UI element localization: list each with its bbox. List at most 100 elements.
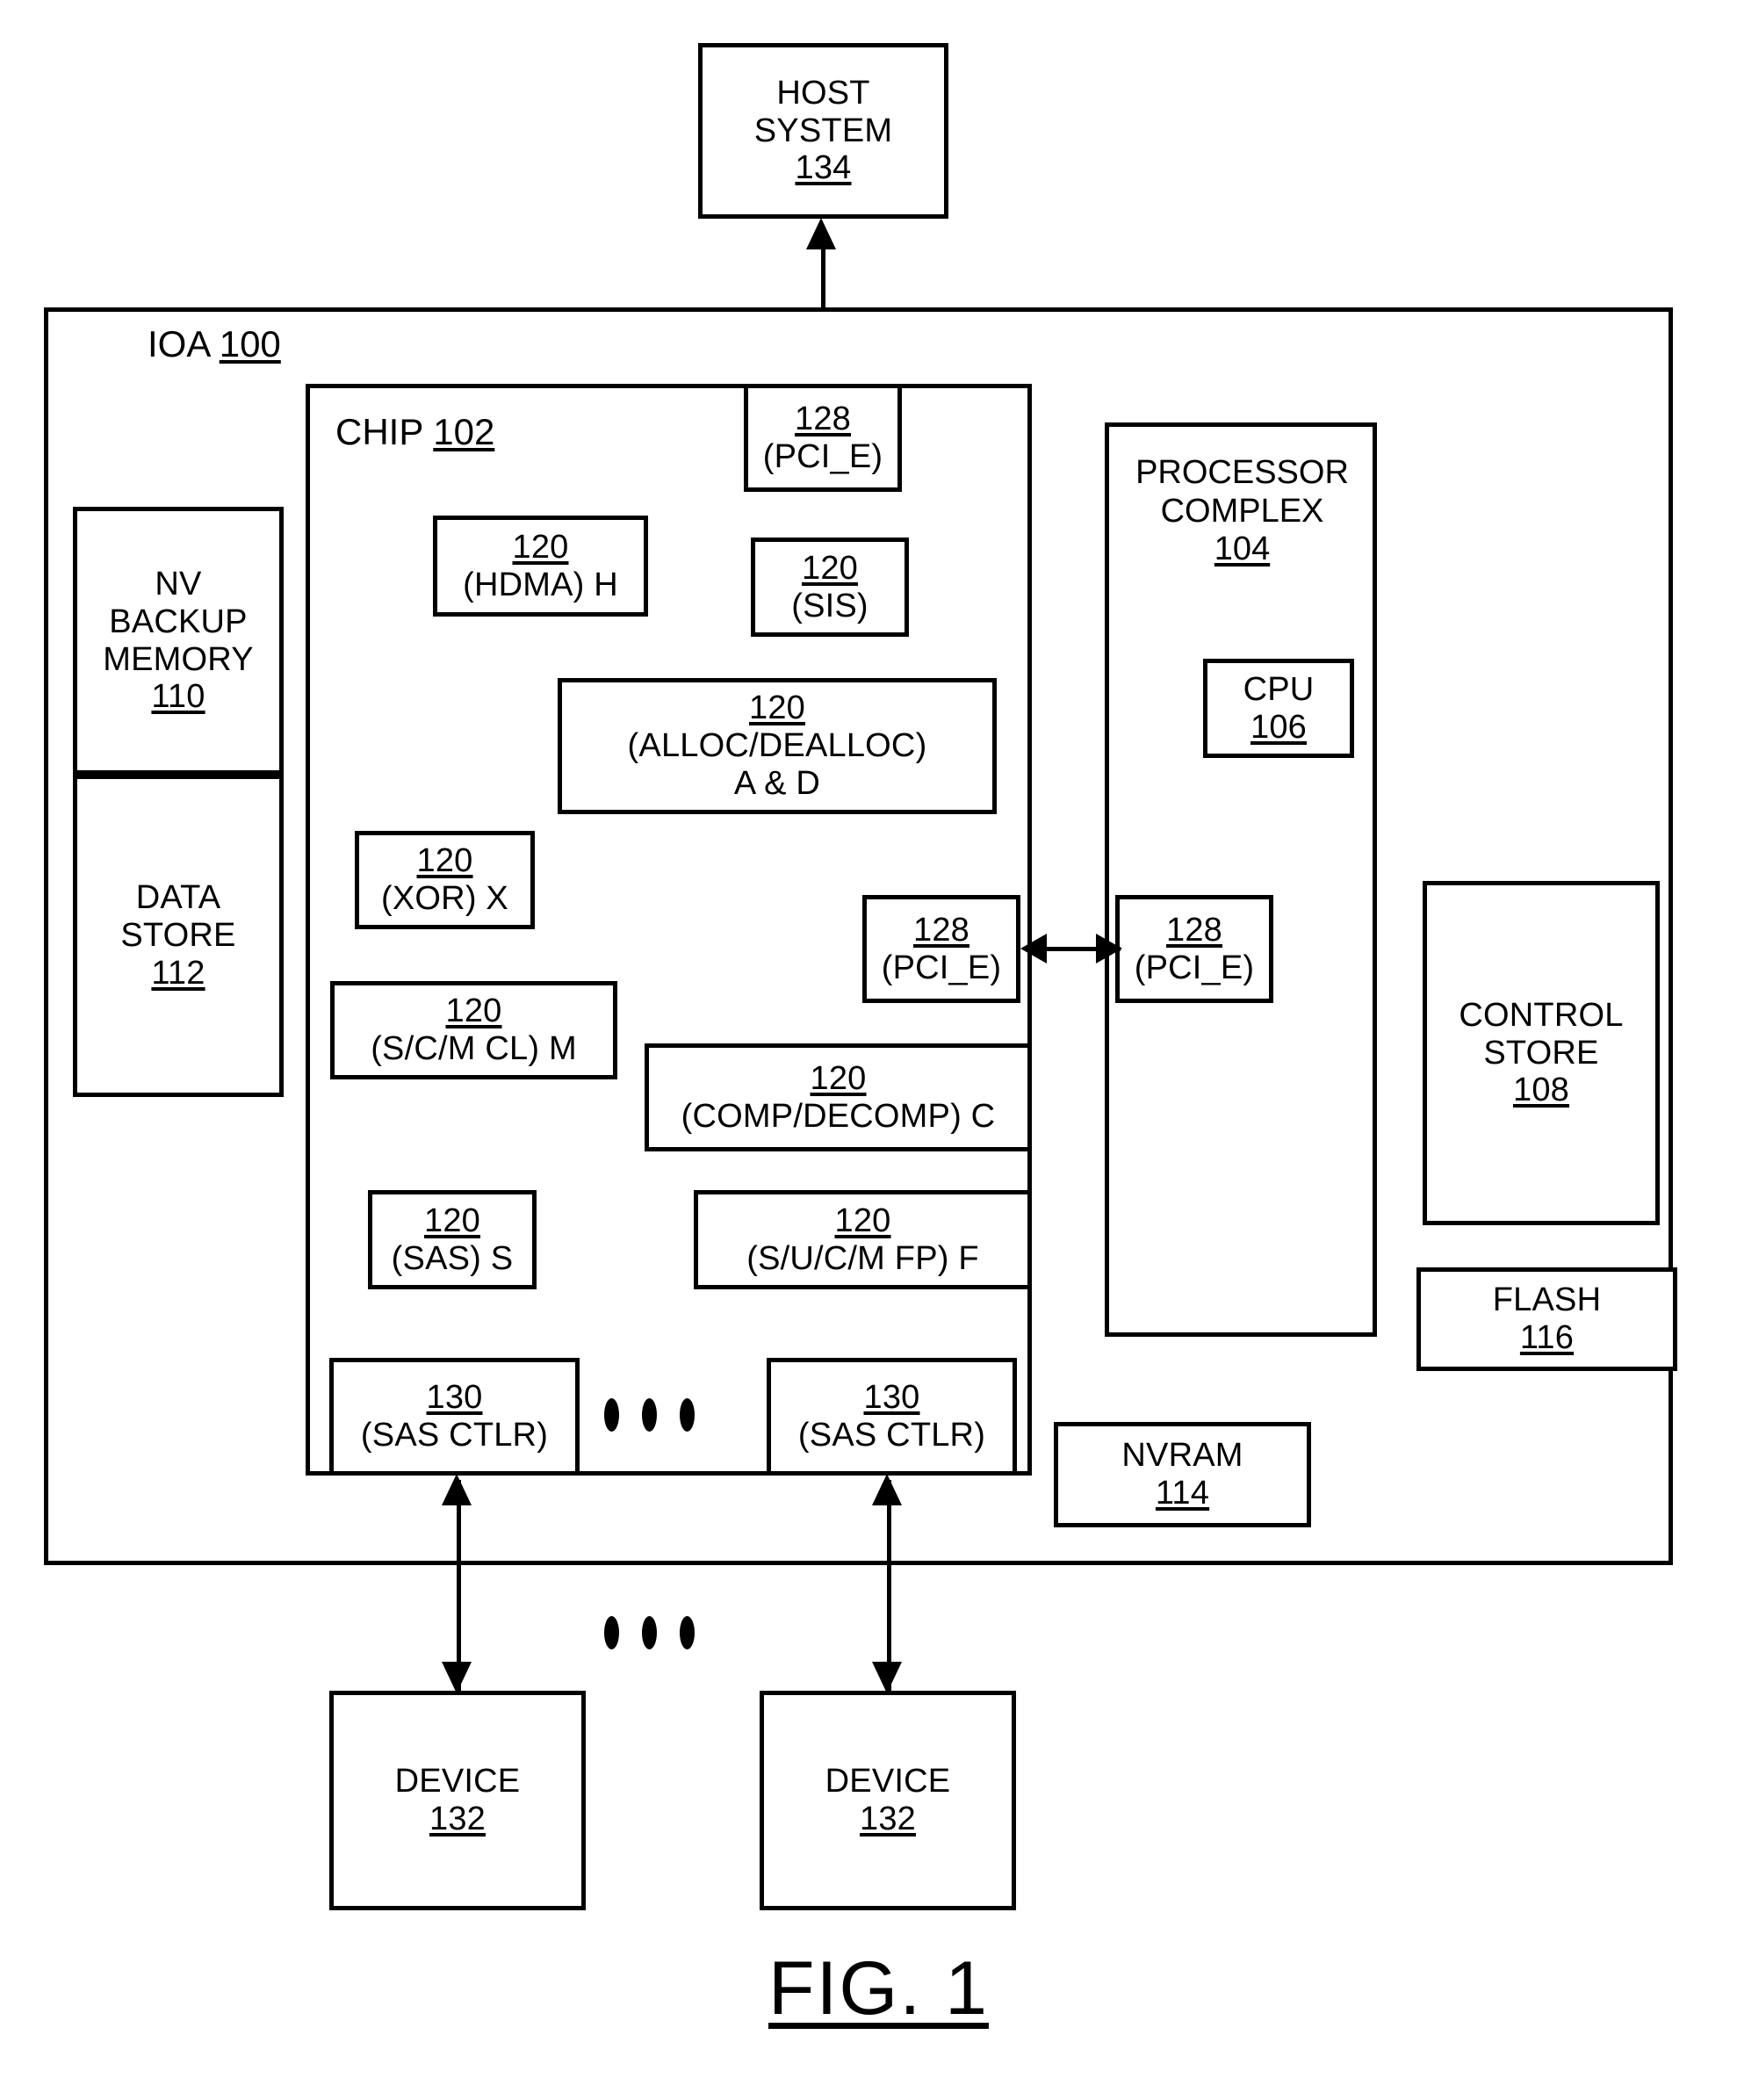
hdma-ref: 120 <box>512 528 569 566</box>
device-right-connector-line <box>887 1480 891 1691</box>
xor-ref: 120 <box>416 842 473 880</box>
device-right-arrow-down <box>872 1662 902 1693</box>
device-left-arrow-down <box>442 1662 472 1693</box>
sas-ctlr-box-right: 130 (SAS CTLR) <box>767 1358 1017 1476</box>
data-store-line1: DATA <box>135 879 221 917</box>
device-right-name: DEVICE <box>825 1763 951 1801</box>
nv-backup-line3: MEMORY <box>103 640 254 678</box>
flash-ref: 116 <box>1519 1319 1575 1356</box>
chip-label-ref: 102 <box>433 411 495 452</box>
sas-ctlr-right-ref: 130 <box>863 1379 920 1417</box>
processor-pcie-name: (PCI_E) <box>1134 949 1255 986</box>
xor-name: (XOR) X <box>381 880 508 917</box>
device-right-arrow-up <box>872 1474 902 1505</box>
host-system-label-line1: HOST <box>776 74 870 112</box>
alloc-dealloc-box: 120 (ALLOC/DEALLOC) A & D <box>558 678 997 814</box>
sis-box: 120 (SIS) <box>751 538 909 637</box>
host-system-ref: 134 <box>795 149 852 187</box>
sis-ref: 120 <box>801 549 858 587</box>
sas-ref: 120 <box>423 1202 480 1239</box>
device-left-arrow-up <box>442 1474 472 1505</box>
chip-label: CHIP 102 <box>335 411 494 453</box>
host-system-label-line2: SYSTEM <box>753 112 893 149</box>
processor-complex-ref: 104 <box>1214 530 1271 568</box>
device-left-ref: 132 <box>429 1801 486 1837</box>
alloc-dealloc-name: (ALLOC/DEALLOC) <box>627 727 927 765</box>
ellipsis-dot <box>680 1616 695 1649</box>
nv-backup-memory-box: NV BACKUP MEMORY 110 <box>73 507 284 775</box>
ioa-label: IOA 100 <box>148 323 281 365</box>
sucm-fp-box: 120 (S/U/C/M FP) F <box>694 1190 1032 1289</box>
ellipsis-dot <box>642 1398 657 1432</box>
ellipsis-dot <box>642 1616 657 1649</box>
cpu-name: CPU <box>1243 670 1315 708</box>
device-left-name: DEVICE <box>394 1763 521 1801</box>
pcie-interconnect-arrow-right <box>1096 934 1122 963</box>
nv-backup-line1: NV <box>155 565 202 603</box>
xor-box: 120 (XOR) X <box>355 831 535 929</box>
comp-decomp-box: 120 (COMP/DECOMP) C <box>645 1043 1032 1151</box>
processor-complex-line2: COMPLEX <box>1160 492 1324 530</box>
cpu-ref: 106 <box>1250 708 1307 746</box>
sas-ctlr-right-name: (SAS CTLR) <box>797 1417 986 1454</box>
comp-decomp-ref: 120 <box>810 1059 867 1097</box>
chip-pcie-right-name: (PCI_E) <box>881 949 1002 986</box>
sas-ctlr-box-left: 130 (SAS CTLR) <box>329 1358 580 1476</box>
nv-backup-line2: BACKUP <box>109 603 248 640</box>
processor-pcie-ref: 128 <box>1165 911 1222 949</box>
sas-ctlr-left-name: (SAS CTLR) <box>360 1417 549 1454</box>
device-left-connector-line <box>457 1480 461 1691</box>
sas-ctlr-ellipsis-dots <box>604 1398 695 1432</box>
ellipsis-dot <box>604 1398 619 1432</box>
sas-box: 120 (SAS) S <box>368 1190 537 1289</box>
device-ellipsis-dots <box>604 1616 695 1649</box>
pcie-interconnect-arrow-left <box>1020 934 1047 963</box>
alloc-dealloc-name2: A & D <box>733 764 821 802</box>
nvram-name: NVRAM <box>1121 1437 1243 1475</box>
control-store-line2: STORE <box>1483 1034 1599 1072</box>
alloc-dealloc-ref: 120 <box>748 689 805 727</box>
nv-backup-ref: 110 <box>151 678 205 716</box>
flash-name: FLASH <box>1492 1281 1602 1319</box>
chip-pcie-top-ref: 128 <box>794 400 851 437</box>
data-store-line2: STORE <box>120 917 236 955</box>
scm-cl-name: (S/C/M CL) M <box>371 1030 577 1067</box>
host-system-box: HOST SYSTEM 134 <box>698 43 948 219</box>
chip-pcie-right-box: 128 (PCI_E) <box>862 895 1020 1003</box>
ioa-label-text: IOA <box>148 323 210 364</box>
hdma-name: (HDMA) H <box>463 566 618 603</box>
nvram-box: NVRAM 114 <box>1054 1422 1311 1527</box>
device-box-left: DEVICE 132 <box>329 1691 586 1910</box>
patent-figure-page: HOST SYSTEM 134 IOA 100 CHIP 102 NV BACK… <box>0 0 1737 2100</box>
data-store-box: DATA STORE 112 <box>73 775 284 1097</box>
cpu-box: CPU 106 <box>1203 659 1354 758</box>
processor-complex-line1: PROCESSOR <box>1135 454 1349 491</box>
chip-pcie-right-ref: 128 <box>912 911 969 949</box>
device-right-ref: 132 <box>859 1801 916 1837</box>
chip-pcie-top-name: (PCI_E) <box>762 437 883 475</box>
sas-name: (SAS) S <box>391 1239 514 1277</box>
chip-label-text: CHIP <box>335 411 423 452</box>
chip-pcie-top-box: 128 (PCI_E) <box>744 384 902 492</box>
hdma-box: 120 (HDMA) H <box>433 516 648 617</box>
control-store-ref: 108 <box>1512 1072 1569 1109</box>
host-connector-arrowhead-up <box>806 218 836 249</box>
comp-decomp-name: (COMP/DECOMP) C <box>681 1097 996 1135</box>
figure-caption: FIG. 1 <box>768 1946 989 2031</box>
processor-pcie-box: 128 (PCI_E) <box>1115 895 1273 1003</box>
scm-cl-box: 120 (S/C/M CL) M <box>330 981 617 1079</box>
control-store-line1: CONTROL <box>1459 996 1624 1034</box>
processor-complex-title: PROCESSOR COMPLEX 104 <box>1117 454 1367 569</box>
ioa-label-ref: 100 <box>219 323 281 364</box>
ellipsis-dot <box>680 1398 695 1432</box>
flash-box: FLASH 116 <box>1416 1267 1677 1371</box>
sas-ctlr-left-ref: 130 <box>426 1379 483 1417</box>
sucm-fp-ref: 120 <box>834 1202 891 1239</box>
sucm-fp-name: (S/U/C/M FP) F <box>746 1239 979 1277</box>
scm-cl-ref: 120 <box>445 992 502 1030</box>
nvram-ref: 114 <box>1155 1475 1210 1512</box>
control-store-box: CONTROL STORE 108 <box>1423 881 1660 1225</box>
sis-name: (SIS) <box>791 587 868 624</box>
data-store-ref: 112 <box>151 954 205 992</box>
device-box-right: DEVICE 132 <box>760 1691 1016 1910</box>
